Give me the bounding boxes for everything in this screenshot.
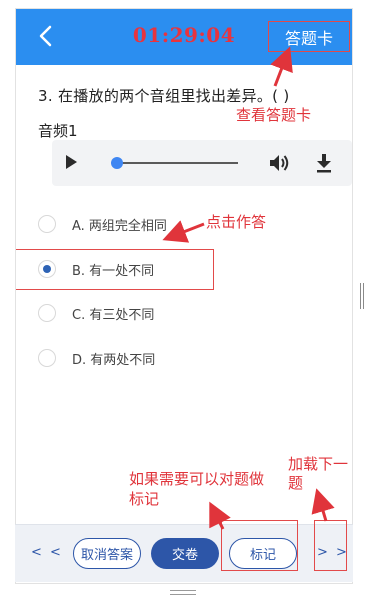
play-button[interactable]: [64, 153, 78, 175]
annotation-box-selected-option: [16, 249, 214, 290]
audio-player: [52, 140, 352, 186]
annotation-box-answer-card: [268, 21, 350, 52]
radio-c[interactable]: [38, 304, 56, 322]
option-a-label: A. 两组完全相同: [72, 218, 167, 234]
option-c-label: C. 有三处不同: [72, 307, 155, 323]
annotation-next-hint-2: 题: [288, 474, 304, 492]
volume-icon: [270, 155, 289, 171]
audio-label: 音频1: [38, 122, 78, 140]
annotation-view-card: 查看答题卡: [236, 106, 312, 124]
annotation-box-next: [314, 520, 347, 571]
annotation-next-hint-1: 加载下一: [288, 455, 349, 473]
download-icon: [317, 154, 331, 173]
volume-button[interactable]: [269, 154, 291, 176]
drag-handle-side[interactable]: [360, 283, 364, 309]
radio-a[interactable]: [38, 215, 56, 233]
annotation-click-answer: 点击作答: [206, 213, 267, 231]
question-text: 3. 在播放的两个音组里找出差异。( ): [38, 87, 290, 105]
submit-exam-button[interactable]: 交卷: [151, 538, 219, 569]
cancel-answer-button[interactable]: 取消答案: [73, 538, 141, 569]
exam-screen: 01:29:04 答题卡 3. 在播放的两个音组里找出差异。( ) 音频1 A.…: [15, 8, 353, 584]
option-d-label: D. 有两处不同: [72, 352, 156, 368]
option-d[interactable]: D. 有两处不同: [38, 343, 155, 373]
top-bar: 01:29:04 答题卡: [16, 9, 352, 65]
radio-d[interactable]: [38, 349, 56, 367]
download-button[interactable]: [316, 153, 332, 177]
option-c[interactable]: C. 有三处不同: [38, 298, 154, 328]
annotation-box-mark: [221, 520, 298, 571]
annotation-mark-hint-1: 如果需要可以对题做: [129, 470, 265, 488]
bottom-toolbar: < < 取消答案 交卷 标记 > >: [15, 524, 353, 582]
progress-knob[interactable]: [111, 157, 123, 169]
progress-track[interactable]: [118, 162, 238, 164]
play-icon: [66, 155, 77, 169]
drag-handle-bottom[interactable]: [170, 590, 196, 595]
previous-question-button[interactable]: < <: [31, 545, 63, 560]
option-a[interactable]: A. 两组完全相同: [38, 209, 167, 239]
annotation-mark-hint-2: 标记: [129, 490, 160, 508]
